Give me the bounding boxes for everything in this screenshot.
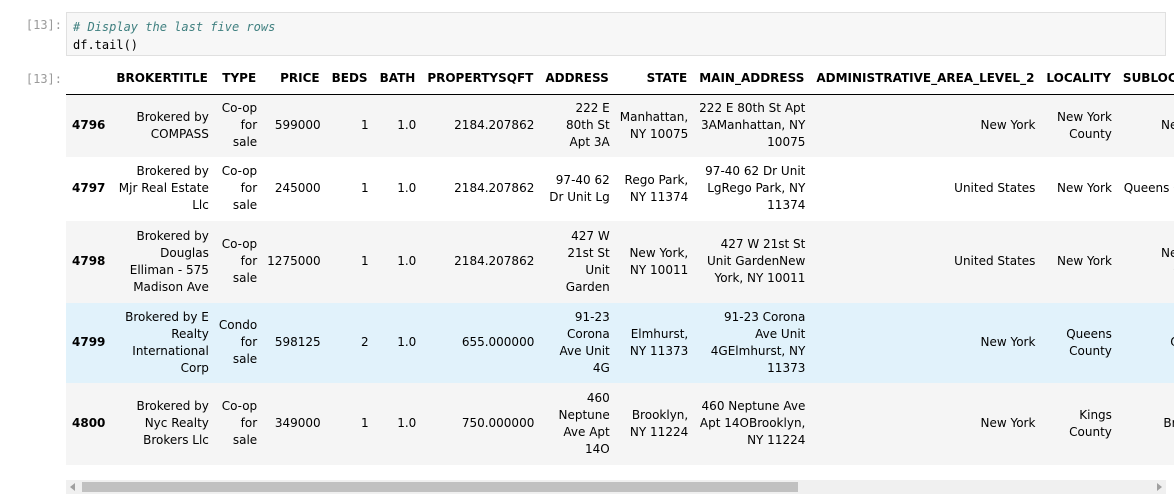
table-cell: New York (980, 118, 1036, 133)
table-cell: 1.0 (397, 416, 417, 430)
table-cell: 598125 (274, 335, 321, 349)
table-cell: Brokered by Douglas Elliman - 575 Madiso… (129, 228, 209, 294)
table-cell: 460 Neptune Ave Apt 14O (558, 390, 610, 456)
code-line: df.tail() (73, 38, 139, 52)
scroll-right-arrow-icon[interactable] (1157, 483, 1162, 491)
table-cell: Queens County (1123, 181, 1174, 195)
column-header: TYPE (213, 62, 263, 95)
input-prompt: [13]: (25, 18, 62, 32)
table-cell: 2184.207862 (454, 181, 535, 195)
column-header: PRICE (262, 62, 326, 95)
row-index: 4800 (72, 416, 106, 430)
table-cell: Queens County (1066, 326, 1112, 358)
table-cell: New York (980, 416, 1036, 430)
table-cell: 2184.207862 (454, 254, 535, 268)
table-cell: 750.000000 (461, 416, 535, 430)
column-header: STATE (614, 62, 694, 95)
table-cell: United States (954, 181, 1036, 195)
table-cell: New York County (1161, 245, 1174, 277)
column-header: BEDS (325, 62, 374, 95)
table-cell: Kings County (1069, 407, 1112, 439)
table-cell: 91-23 Corona Ave Unit 4G (559, 309, 610, 375)
table-header-row: BROKERTITLE TYPE PRICE BEDS BATH PROPERTYSQFT… (66, 62, 1174, 95)
table-cell: New York (1056, 254, 1112, 268)
table-cell: 222 E 80th St Apt 3A (566, 101, 610, 150)
scroll-left-arrow-icon[interactable] (70, 483, 75, 491)
table-cell: 460 Neptune Ave Apt 14OBrooklyn, NY 1122… (699, 399, 806, 447)
table-cell: Elmhurst, NY 11373 (629, 326, 689, 358)
table-cell: Brooklyn (1163, 416, 1174, 430)
table-cell: 1.0 (397, 181, 417, 195)
table-cell: 349000 (274, 416, 321, 430)
table-cell: Co-op for sale (221, 164, 258, 212)
table-cell: Co-op for sale (221, 101, 258, 150)
table-cell: Co-op for sale (221, 399, 258, 447)
table-cell: New York, NY 10011 (629, 245, 689, 277)
code-cell[interactable]: # Display the last five rows df.tail() (66, 12, 1166, 56)
table-cell: 222 E 80th St Apt 3AManhattan, NY 10075 (699, 101, 806, 150)
table-cell: 97-40 62 Dr Unit LgRego Park, NY 11374 (705, 164, 806, 212)
horizontal-scrollbar[interactable] (66, 480, 1166, 494)
table-cell: Co-op for sale (221, 237, 258, 285)
row-index: 4799 (72, 335, 106, 349)
row-index: 4796 (72, 118, 106, 133)
table-cell: New York County (1056, 109, 1112, 141)
output-area: BROKERTITLE TYPE PRICE BEDS BATH PROPERTYSQFT… (66, 62, 1174, 482)
column-header: BROKERTITLE (110, 62, 214, 95)
table-cell: New York (1161, 118, 1174, 133)
column-header: PROPERTYSQFT (421, 62, 540, 95)
table-cell: New York (1056, 181, 1112, 195)
table-cell: 1.0 (397, 335, 417, 349)
table-cell: 2184.207862 (454, 118, 535, 133)
table-cell: Brokered by E Realty International Corp (125, 309, 209, 375)
table-cell: Brokered by COMPASS (136, 109, 209, 141)
table-cell: Rego Park, NY 11374 (624, 172, 689, 204)
index-header (66, 62, 111, 95)
code-comment: # Display the last five rows (73, 20, 276, 34)
table-cell: 427 W 21st St Unit GardenNew York, NY 10… (706, 237, 806, 285)
table-cell: 245000 (274, 181, 321, 195)
column-header: BATH (373, 62, 422, 95)
row-index: 4798 (72, 254, 106, 268)
table-cell: Condo for sale (218, 318, 258, 366)
table-cell: 1 (360, 181, 369, 195)
table-cell: United States (954, 254, 1036, 268)
table-cell: 1 (360, 416, 369, 430)
table-row: 4800 Brokered by Nyc Realty Brokers Llc Co… (66, 382, 1174, 465)
table-cell: 97-40 62 Dr Unit Lg (549, 172, 610, 204)
table-cell: 655.000000 (461, 335, 535, 349)
table-cell: 2 (360, 335, 369, 349)
column-header: ADMINISTRATIVE_AREA_LEVEL_2 (810, 62, 1041, 95)
column-header: ADDRESS (539, 62, 615, 95)
table-cell: 1275000 (267, 254, 321, 268)
table-row: 4796 Brokered by COMPASS Co-op for sale 599… (66, 94, 1174, 157)
column-header: SUBLOCALITY (1116, 62, 1174, 95)
table-cell: Brooklyn, NY 11224 (629, 407, 689, 439)
table-cell: Brokered by Nyc Realty Brokers Llc (136, 399, 209, 447)
table-cell: Manhattan, NY 10075 (619, 109, 689, 141)
table-cell: New York (980, 335, 1036, 349)
table-row: 4798 Brokered by Douglas Elliman - 575 Ma… (66, 220, 1174, 303)
table-cell: 1.0 (397, 118, 417, 133)
table-row: 4799 Brokered by E Realty International C… (66, 302, 1174, 383)
scrollbar-thumb[interactable] (82, 482, 798, 492)
row-index: 4797 (72, 181, 106, 195)
table-cell: 427 W 21st St Unit Garden (565, 228, 610, 294)
table-row: 4797 Brokered by Mjr Real Estate Llc Co-op… (66, 157, 1174, 221)
column-header: MAIN_ADDRESS (693, 62, 811, 95)
table-cell: Brokered by Mjr Real Estate Llc (118, 164, 209, 212)
table-cell: 1.0 (397, 254, 417, 268)
table-cell: 91-23 Corona Ave Unit 4GElmhurst, NY 113… (710, 309, 806, 375)
output-prompt: [13]: (25, 72, 62, 86)
column-header: LOCALITY (1040, 62, 1117, 95)
dataframe-table: BROKERTITLE TYPE PRICE BEDS BATH PROPERTYSQFT… (66, 62, 1174, 465)
table-cell: Queens (1117, 303, 1174, 383)
table-cell: 1 (360, 254, 369, 268)
table-cell: 599000 (274, 118, 321, 133)
table-cell: 1 (360, 118, 369, 133)
table-body: 4796 Brokered by COMPASS Co-op for sale 599… (66, 94, 1174, 465)
